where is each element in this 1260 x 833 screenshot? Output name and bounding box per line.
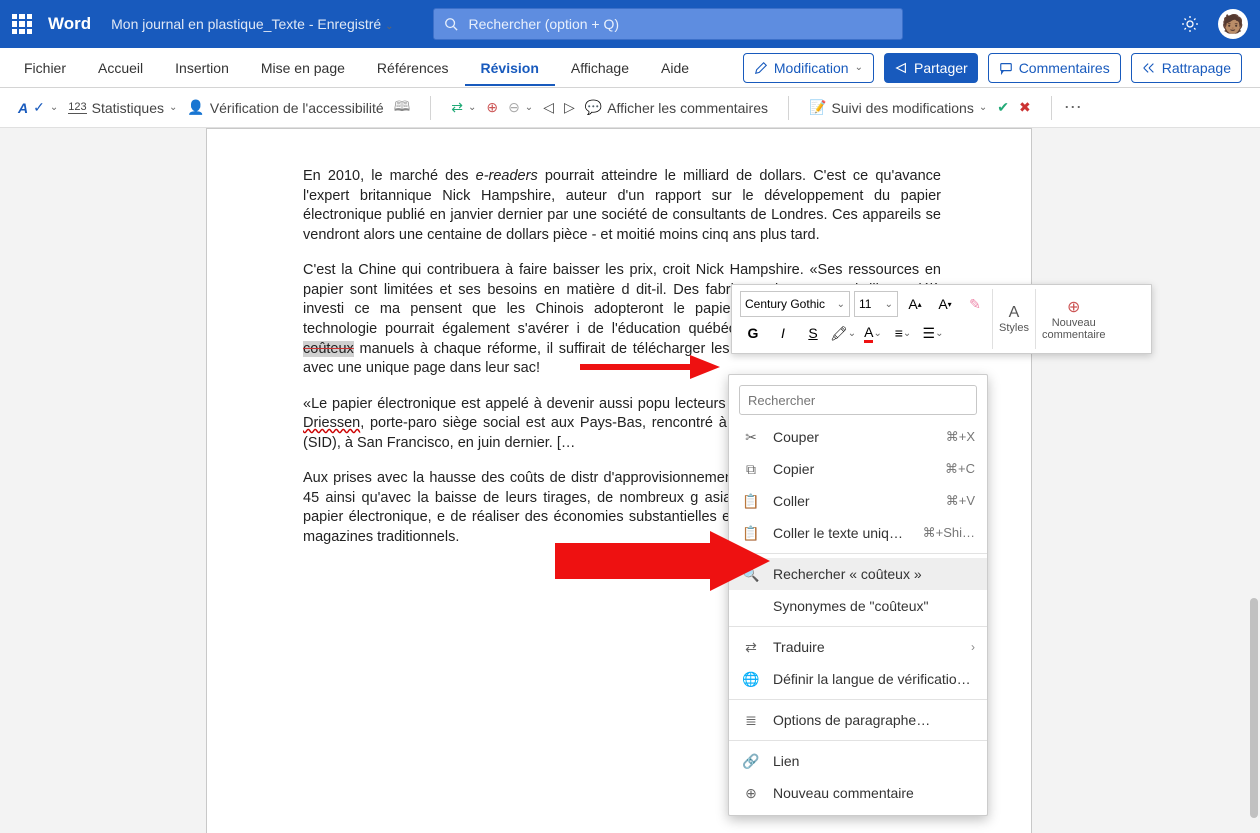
- app-name: Word: [48, 14, 91, 34]
- ctx-paste-special[interactable]: 📋 Coller le texte uniq… ⌘+Shi…: [729, 517, 987, 549]
- tab-accueil[interactable]: Accueil: [82, 50, 159, 86]
- tab-fichier[interactable]: Fichier: [8, 50, 82, 86]
- reject-button[interactable]: ✖: [1019, 99, 1031, 116]
- catchup-button[interactable]: Rattrapage: [1131, 53, 1242, 83]
- translate-icon: ⇄: [741, 639, 761, 656]
- catchup-icon: [1142, 61, 1156, 75]
- tab-references[interactable]: Références: [361, 50, 465, 86]
- ctx-cut[interactable]: ✂ Couper ⌘+X: [729, 421, 987, 453]
- paste-icon: 📋: [741, 493, 761, 510]
- mini-toolbar: Century Gothic⌄ 11⌄ A▴ A▾ ✎ G I S 🖍⌄ A⌄ …: [731, 284, 1152, 354]
- pen-icon: [754, 61, 768, 75]
- translate-button[interactable]: ⇄⌄: [451, 99, 476, 116]
- accept-button[interactable]: ✔: [997, 99, 1009, 116]
- document-area: En 2010, le marché des e-readers pourrai…: [0, 128, 1260, 833]
- ctx-copy[interactable]: ⧉ Copier ⌘+C: [729, 453, 987, 485]
- title-bar-right: 🧑🏽: [1180, 9, 1248, 39]
- comment-add-icon: ⊕: [741, 785, 761, 802]
- tab-revision[interactable]: Révision: [465, 50, 555, 86]
- format-painter-icon[interactable]: ✎: [962, 291, 988, 317]
- ctx-synonyms[interactable]: Synonymes de "coûteux": [729, 590, 987, 622]
- tab-aide[interactable]: Aide: [645, 50, 705, 86]
- bold-button[interactable]: G: [740, 320, 766, 346]
- context-menu: ✂ Couper ⌘+X ⧉ Copier ⌘+C 📋 Coller ⌘+V 📋…: [728, 374, 988, 816]
- bullets-button[interactable]: ≡⌄: [890, 320, 916, 346]
- search-icon: 🔍: [741, 566, 761, 583]
- gear-icon[interactable]: [1180, 14, 1200, 34]
- ctx-new-comment[interactable]: ⊕ Nouveau commentaire: [729, 777, 987, 809]
- tab-affichage[interactable]: Affichage: [555, 50, 645, 86]
- read-aloud-button[interactable]: 🕮: [394, 96, 411, 120]
- link-icon: 🔗: [741, 753, 761, 770]
- font-color-button[interactable]: A⌄: [860, 320, 886, 346]
- font-select[interactable]: Century Gothic⌄: [740, 291, 850, 317]
- styles-button[interactable]: A Styles: [992, 289, 1035, 349]
- ribbon-tabs: Fichier Accueil Insertion Mise en page R…: [0, 48, 1260, 88]
- title-bar: Word Mon journal en plastique_Texte - En…: [0, 0, 1260, 48]
- paste-special-icon: 📋: [741, 525, 761, 542]
- chevron-down-icon: ⌄: [385, 21, 393, 32]
- selected-text[interactable]: coûteux: [303, 341, 354, 357]
- highlight-button[interactable]: 🖍⌄: [830, 320, 856, 346]
- new-comment-ribbon-button[interactable]: ⊕: [486, 99, 498, 116]
- next-comment-button[interactable]: ▷: [564, 99, 575, 116]
- share-icon: [894, 61, 908, 75]
- font-size-select[interactable]: 11⌄: [854, 291, 898, 317]
- document-title[interactable]: Mon journal en plastique_Texte - Enregis…: [111, 16, 393, 32]
- prev-comment-button[interactable]: ◁: [543, 99, 554, 116]
- accessibility-button[interactable]: 👤Vérification de l'accessibilité: [187, 99, 383, 116]
- ctx-set-language[interactable]: 🌐 Définir la langue de vérification…: [729, 663, 987, 695]
- chevron-right-icon: ›: [971, 640, 975, 654]
- ctx-paragraph-options[interactable]: ≣ Options de paragraphe…: [729, 704, 987, 736]
- underline-button[interactable]: S: [800, 320, 826, 346]
- numbering-button[interactable]: ☰⌄: [920, 320, 946, 346]
- search-icon: [444, 17, 458, 31]
- ctx-translate[interactable]: ⇄ Traduire ›: [729, 631, 987, 663]
- more-button[interactable]: ⋯: [1064, 97, 1082, 118]
- delete-comment-button[interactable]: ⊖⌄: [508, 99, 533, 116]
- track-changes-button[interactable]: 📝Suivi des modifications⌄: [809, 99, 987, 116]
- tab-insertion[interactable]: Insertion: [159, 50, 245, 86]
- scrollbar-thumb[interactable]: [1250, 598, 1258, 818]
- shrink-font-icon[interactable]: A▾: [932, 291, 958, 317]
- context-search-input[interactable]: [739, 385, 977, 415]
- app-launcher-icon[interactable]: [12, 14, 32, 34]
- context-search[interactable]: [739, 385, 977, 415]
- cut-icon: ✂: [741, 429, 761, 446]
- editor-button[interactable]: A✓⌄: [18, 99, 58, 116]
- grow-font-icon[interactable]: A▴: [902, 291, 928, 317]
- chevron-down-icon: ⌄: [855, 62, 863, 73]
- paragraph-1: En 2010, le marché des e-readers pourrai…: [303, 167, 941, 245]
- avatar[interactable]: 🧑🏽: [1218, 9, 1248, 39]
- copy-icon: ⧉: [741, 461, 761, 478]
- italic-button[interactable]: I: [770, 320, 796, 346]
- review-toolbar: A✓⌄ 123Statistiques⌄ 👤Vérification de l'…: [0, 88, 1260, 128]
- comment-icon: [999, 61, 1013, 75]
- comments-button[interactable]: Commentaires: [988, 53, 1121, 83]
- tab-mise-en-page[interactable]: Mise en page: [245, 50, 361, 86]
- ctx-paste[interactable]: 📋 Coller ⌘+V: [729, 485, 987, 517]
- paragraph-icon: ≣: [741, 712, 761, 729]
- share-button[interactable]: Partager: [884, 53, 978, 83]
- globe-icon: 🌐: [741, 671, 761, 688]
- ctx-link[interactable]: 🔗 Lien: [729, 745, 987, 777]
- ctx-search-word[interactable]: 🔍 Rechercher « coûteux »: [729, 558, 987, 590]
- new-comment-mini-button[interactable]: ⊕ Nouveau commentaire: [1035, 289, 1112, 349]
- modification-button[interactable]: Modification ⌄: [743, 53, 874, 83]
- scrollbar[interactable]: [1248, 128, 1258, 829]
- stats-button[interactable]: 123Statistiques⌄: [68, 100, 177, 116]
- search-input[interactable]: Rechercher (option + Q): [433, 8, 903, 40]
- show-comments-button[interactable]: 💬Afficher les commentaires: [585, 99, 768, 116]
